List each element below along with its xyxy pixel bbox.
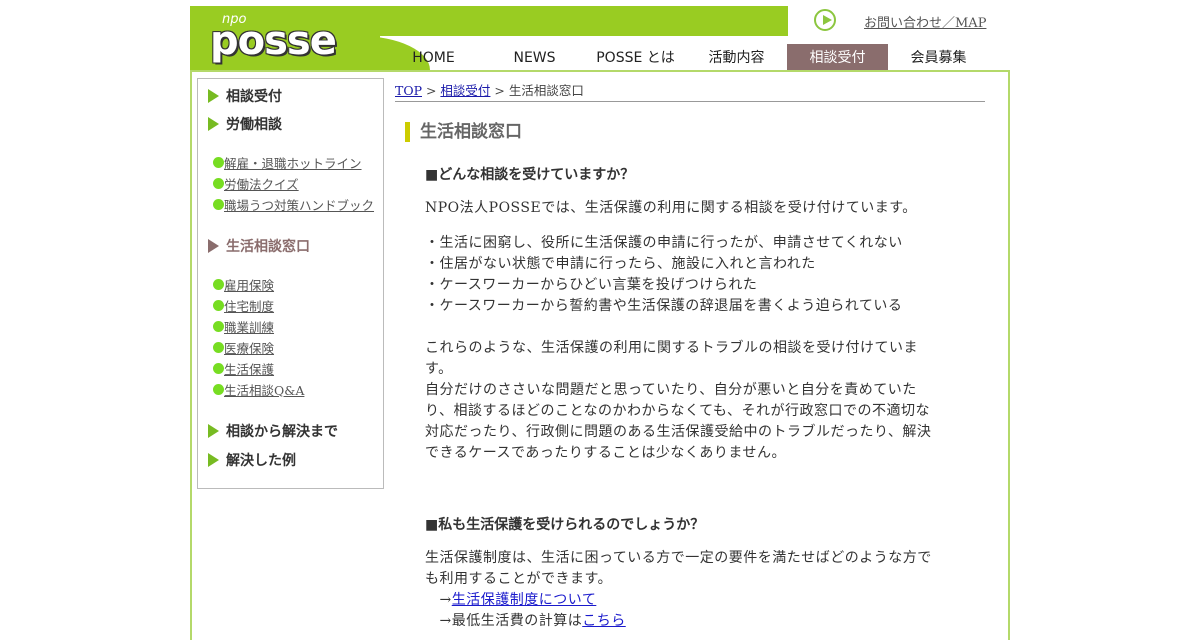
- sidebar-link-medical-insurance[interactable]: 医療保険: [213, 338, 274, 357]
- sidebar-link-dismissal-hotline[interactable]: 解雇・退職ホットライン: [213, 153, 362, 172]
- bullet-dot-icon: [213, 342, 224, 353]
- sidebar-heading-life-consult[interactable]: 生活相談窓口: [208, 236, 310, 256]
- bullet-dot-icon: [213, 199, 224, 210]
- triangle-icon: [208, 453, 219, 467]
- welfare-system-link[interactable]: 生活保護制度について: [452, 592, 597, 608]
- bullet-dot-icon: [213, 279, 224, 290]
- sidebar: 相談受付 労働相談 解雇・退職ホットライン 労働法クイズ 職場うつ対策ハンドブッ…: [197, 78, 384, 489]
- list-item: ・住居がない状態で申請に行ったら、施設に入れと言われた: [425, 256, 816, 272]
- nav-consultation[interactable]: 相談受付: [787, 44, 888, 70]
- sidebar-link-housing[interactable]: 住宅制度: [213, 296, 274, 315]
- list-item: ・生活に困窮し、役所に生活保護の申請に行ったが、申請させてくれない: [425, 235, 903, 251]
- nav-about[interactable]: POSSE とは: [585, 44, 686, 70]
- sidebar-link-employment-insurance[interactable]: 雇用保険: [213, 275, 274, 294]
- question-heading-2: ■私も生活保護を受けられるのでしょうか？: [425, 517, 705, 533]
- sidebar-link-job-training[interactable]: 職業訓練: [213, 317, 274, 336]
- question-heading-1: ■どんな相談を受けていますか？: [425, 167, 635, 183]
- logo[interactable]: posse: [210, 18, 337, 64]
- breadcrumb: TOP > 相談受付 > 生活相談窓口: [395, 80, 985, 102]
- triangle-icon: [208, 117, 219, 131]
- page-title: 生活相談窓口: [405, 122, 522, 142]
- page-wrapper: npo posse お問い合わせ／MAP HOME NEWS POSSE とは …: [190, 0, 1010, 640]
- eligibility-paragraph: 生活保護制度は、生活に困っている方で一定の要件を満たせばどのような方で も利用す…: [425, 550, 932, 629]
- contact-map-link[interactable]: お問い合わせ／MAP: [864, 12, 986, 31]
- bullet-list: ・生活に困窮し、役所に生活保護の申請に行ったが、申請させてくれない ・住居がない…: [425, 233, 955, 317]
- bullet-dot-icon: [213, 300, 224, 311]
- nav-home[interactable]: HOME: [383, 44, 484, 70]
- nav-news[interactable]: NEWS: [484, 44, 585, 70]
- sidebar-heading-labor[interactable]: 労働相談: [208, 114, 282, 134]
- triangle-icon: [208, 89, 219, 103]
- sidebar-heading-consult[interactable]: 相談受付: [208, 86, 282, 106]
- sidebar-link-welfare[interactable]: 生活保護: [213, 359, 274, 378]
- list-item: ・ケースワーカーから誓約書や生活保護の辞退届を書くよう迫られている: [425, 298, 903, 314]
- min-living-cost-link[interactable]: こちら: [582, 613, 626, 629]
- sidebar-link-labor-law-quiz[interactable]: 労働法クイズ: [213, 174, 299, 193]
- main-nav: HOME NEWS POSSE とは 活動内容 相談受付 会員募集: [383, 44, 989, 70]
- breadcrumb-top-link[interactable]: TOP: [395, 83, 422, 98]
- triangle-icon: [208, 239, 219, 253]
- play-icon[interactable]: [814, 9, 836, 31]
- bullet-dot-icon: [213, 178, 224, 189]
- nav-membership[interactable]: 会員募集: [888, 44, 989, 70]
- list-item: ・ケースワーカーからひどい言葉を投げつけられた: [425, 277, 758, 293]
- bullet-dot-icon: [213, 384, 224, 395]
- explanation-paragraph: これらのような、生活保護の利用に関するトラブルの相談を受け付けていま す。 自分…: [425, 340, 932, 461]
- breadcrumb-consult-link[interactable]: 相談受付: [440, 83, 490, 98]
- nav-activities[interactable]: 活動内容: [686, 44, 787, 70]
- sidebar-link-depression-handbook[interactable]: 職場うつ対策ハンドブック: [213, 195, 374, 214]
- triangle-icon: [208, 424, 219, 438]
- bullet-dot-icon: [213, 363, 224, 374]
- intro-paragraph: NPO法人POSSEでは、生活保護の利用に関する相談を受け付けています。: [425, 200, 917, 216]
- sidebar-heading-resolution-flow[interactable]: 相談から解決まで: [208, 421, 338, 441]
- sidebar-link-life-qa[interactable]: 生活相談Q&A: [213, 380, 304, 399]
- breadcrumb-current: 生活相談窓口: [508, 83, 584, 98]
- sidebar-heading-examples[interactable]: 解決した例: [208, 450, 296, 470]
- bullet-dot-icon: [213, 157, 224, 168]
- bullet-dot-icon: [213, 321, 224, 332]
